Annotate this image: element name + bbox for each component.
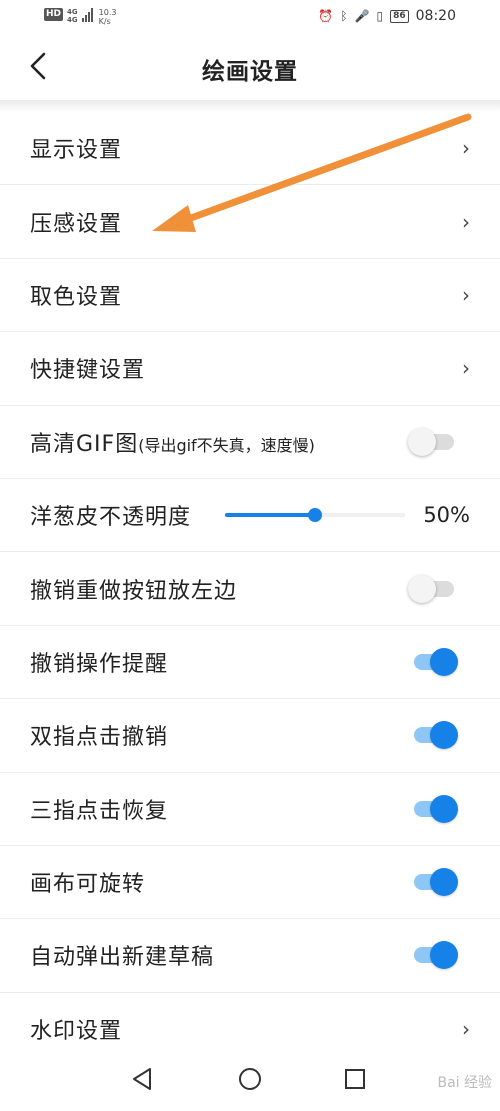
setting-canvas-rotate: 画布可旋转 (0, 846, 500, 920)
setting-label: 撤销重做按钮放左边 (30, 578, 238, 604)
setting-label: 取色设置 (30, 284, 123, 310)
alarm-icon: ⏰ (318, 9, 334, 23)
system-nav-bar: Bai 经验 (0, 1050, 500, 1111)
nav-back-icon[interactable] (128, 1064, 158, 1094)
auto-new-draft-toggle[interactable] (412, 941, 458, 970)
status-right: ⏰ ᛒ 🎤 ▯ 86 08:20 (318, 8, 456, 24)
setting-pressure[interactable]: 压感设置 › (0, 185, 500, 259)
app-header: 绘画设置 (0, 34, 500, 100)
canvas-rotate-toggle[interactable] (412, 868, 458, 897)
nav-home-icon[interactable] (235, 1064, 265, 1094)
chevron-right-icon: › (462, 209, 470, 234)
setting-label: 画布可旋转 (30, 872, 146, 898)
setting-display[interactable]: 显示设置 › (0, 112, 500, 186)
status-left: HD 4G 4G 10.3 K/s (44, 8, 116, 26)
setting-label: 洋葱皮不透明度 (30, 505, 192, 531)
status-bar: HD 4G 4G 10.3 K/s ⏰ ᛒ 🎤 ▯ 86 08:20 (0, 0, 500, 34)
undo-reminder-toggle[interactable] (412, 647, 458, 676)
setting-two-finger-undo: 双指点击撤销 (0, 699, 500, 773)
setting-label: 显示设置 (30, 138, 123, 164)
nav-recents-icon[interactable] (340, 1064, 370, 1094)
onion-opacity-value: 50% (423, 503, 470, 528)
chevron-right-icon: › (462, 136, 470, 161)
network-type-bottom: 4G (67, 16, 78, 24)
setting-label: 压感设置 (30, 211, 123, 237)
setting-auto-new-draft: 自动弹出新建草稿 (0, 919, 500, 993)
setting-color-pick[interactable]: 取色设置 › (0, 259, 500, 333)
network-speed: 10.3 K/s (99, 8, 117, 26)
microphone-icon: 🎤 (354, 9, 370, 23)
chevron-right-icon: › (462, 282, 470, 307)
page-title: 绘画设置 (202, 59, 298, 85)
setting-label: 高清GIF图(导出gif不失真，速度慢) (30, 426, 315, 458)
onion-opacity-slider[interactable] (225, 505, 405, 525)
settings-list: 显示设置 › 压感设置 › 取色设置 › 快捷键设置 › 高清GIF图(导出gi… (0, 112, 500, 1066)
setting-label: 自动弹出新建草稿 (30, 945, 215, 971)
setting-onion-opacity: 洋葱皮不透明度 50% (0, 479, 500, 553)
network-type: 4G 4G (67, 8, 78, 24)
setting-undo-left: 撤销重做按钮放左边 (0, 552, 500, 626)
watermark-logo: Bai 经验 (437, 1075, 492, 1091)
bluetooth-icon: ᛒ (340, 9, 348, 23)
setting-label-main: 高清GIF图 (30, 431, 139, 457)
slider-thumb[interactable] (308, 508, 322, 523)
setting-label: 三指点击恢复 (30, 798, 169, 824)
setting-label: 快捷键设置 (30, 358, 146, 384)
setting-hd-gif: 高清GIF图(导出gif不失真，速度慢) (0, 406, 500, 479)
setting-label: 水印设置 (30, 1019, 123, 1045)
battery-icon: 86 (390, 9, 409, 23)
hd-gif-toggle[interactable] (408, 427, 456, 456)
setting-shortcut[interactable]: 快捷键设置 › (0, 332, 500, 406)
slider-fill (225, 513, 315, 518)
chevron-right-icon: › (462, 356, 470, 381)
setting-label: 撤销操作提醒 (30, 651, 169, 677)
network-type-top: 4G (67, 8, 78, 16)
two-finger-undo-toggle[interactable] (412, 721, 458, 750)
setting-undo-reminder: 撤销操作提醒 (0, 626, 500, 700)
signal-icon (81, 8, 93, 22)
setting-label-note: (导出gif不失真，速度慢) (138, 435, 315, 455)
setting-label: 双指点击撤销 (30, 725, 169, 751)
undo-left-toggle[interactable] (408, 574, 456, 603)
network-speed-value: 10.3 (98, 8, 117, 17)
clock: 08:20 (415, 8, 456, 24)
three-finger-redo-toggle[interactable] (412, 794, 458, 823)
header-divider (0, 100, 500, 112)
hd-badge: HD (44, 8, 64, 21)
network-speed-unit: K/s (98, 17, 111, 26)
setting-three-finger-redo: 三指点击恢复 (0, 773, 500, 846)
vibrate-icon: ▯ (376, 9, 384, 23)
chevron-right-icon: › (462, 1017, 470, 1042)
